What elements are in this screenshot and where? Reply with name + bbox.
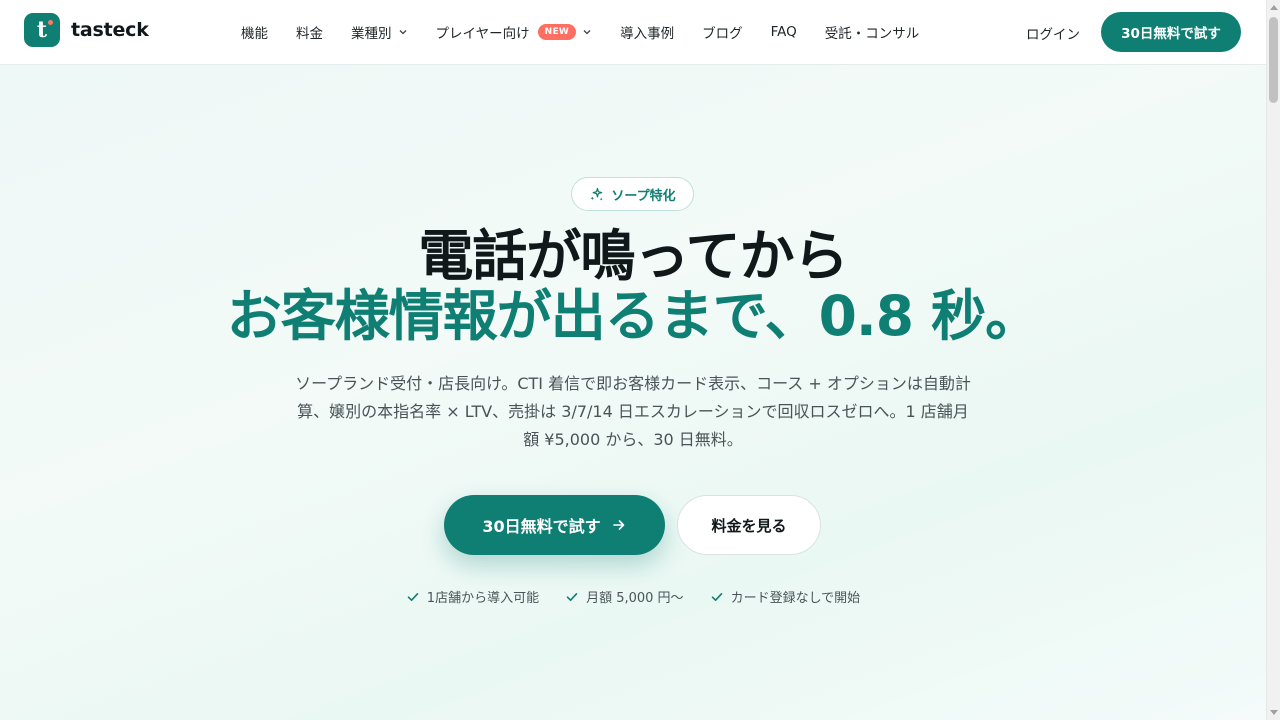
site-header: t tasteck 機能 料金 業種別 プレイヤー向け NEW 導入事例 ブログ… <box>0 0 1266 65</box>
header-trial-button[interactable]: 30日無料で試す <box>1101 12 1241 52</box>
feature-label: 1店舗から導入可能 <box>426 591 540 606</box>
hero-feature-list: 1店舗から導入可能 月額 5,000 円〜 カード登録なしで開始 <box>0 587 1266 606</box>
feature-label: 月額 5,000 円〜 <box>586 591 684 606</box>
hero-headline-line2: お客様情報が出るまで、0.8 秒。 <box>226 284 1040 348</box>
nav-item-industries[interactable]: 業種別 <box>351 22 408 42</box>
nav-item-case-studies[interactable]: 導入事例 <box>620 22 674 42</box>
start-trial-button[interactable]: 30日無料で試す <box>444 495 665 555</box>
brand-name: tasteck <box>71 19 149 41</box>
nav-item-label: プレイヤー向け <box>435 26 530 42</box>
nav-item-features[interactable]: 機能 <box>241 22 268 42</box>
nav-item-label: 受託・コンサル <box>824 26 920 42</box>
nav-item-blog[interactable]: ブログ <box>702 22 743 42</box>
start-trial-label: 30日無料で試す <box>482 517 601 536</box>
scroll-thumb[interactable] <box>1269 17 1278 103</box>
sparkle-icon <box>590 187 603 201</box>
check-icon <box>566 592 578 601</box>
chevron-down-icon <box>582 27 592 37</box>
nav-item-players[interactable]: プレイヤー向け NEW <box>436 22 593 42</box>
nav-item-label: 機能 <box>241 26 268 42</box>
logo-mark-icon: t <box>24 13 60 47</box>
hero-description: ソープランド受付・店長向け。CTI 着信で即お客様カード表示、コース + オプシ… <box>295 374 971 449</box>
main-nav: 機能 料金 業種別 プレイヤー向け NEW 導入事例 ブログ FAQ 受託・コン… <box>241 0 947 64</box>
feature-item: 1店舗から導入可能 <box>406 587 539 606</box>
hero-tag-label: ソープ特化 <box>611 188 676 204</box>
nav-item-faq[interactable]: FAQ <box>771 24 797 40</box>
scroll-down-arrow-icon[interactable] <box>1270 710 1278 715</box>
hero-headline-line1: 電話が鳴ってから <box>418 224 848 288</box>
view-pricing-button[interactable]: 料金を見る <box>677 495 821 555</box>
logo-letter: t <box>36 17 48 43</box>
nav-item-label: ブログ <box>702 26 743 42</box>
page-scrollbar[interactable] <box>1266 0 1280 720</box>
feature-item: 月額 5,000 円〜 <box>565 587 684 606</box>
scroll-up-arrow-icon[interactable] <box>1270 5 1278 10</box>
nav-item-label: FAQ <box>770 24 797 40</box>
logo-dot <box>48 20 53 25</box>
nav-item-label: 料金 <box>296 26 323 42</box>
nav-item-label: 導入事例 <box>620 26 675 42</box>
check-icon <box>407 592 419 601</box>
arrow-right-icon <box>611 517 627 533</box>
nav-item-label: 業種別 <box>351 26 392 42</box>
hero-section: ソープ特化 電話が鳴ってから お客様情報が出るまで、0.8 秒。 ソープランド受… <box>0 65 1266 720</box>
nav-item-consulting[interactable]: 受託・コンサル <box>825 22 920 42</box>
check-icon <box>711 592 722 601</box>
new-badge: NEW <box>537 24 577 40</box>
login-link[interactable]: ログイン <box>1026 23 1080 43</box>
feature-label: カード登録なしで開始 <box>730 591 861 606</box>
nav-item-pricing[interactable]: 料金 <box>296 22 323 42</box>
feature-item: カード登録なしで開始 <box>710 587 861 606</box>
chevron-down-icon <box>398 27 408 37</box>
hero-tag: ソープ特化 <box>571 177 694 211</box>
brand-logo[interactable]: t tasteck <box>24 13 149 47</box>
